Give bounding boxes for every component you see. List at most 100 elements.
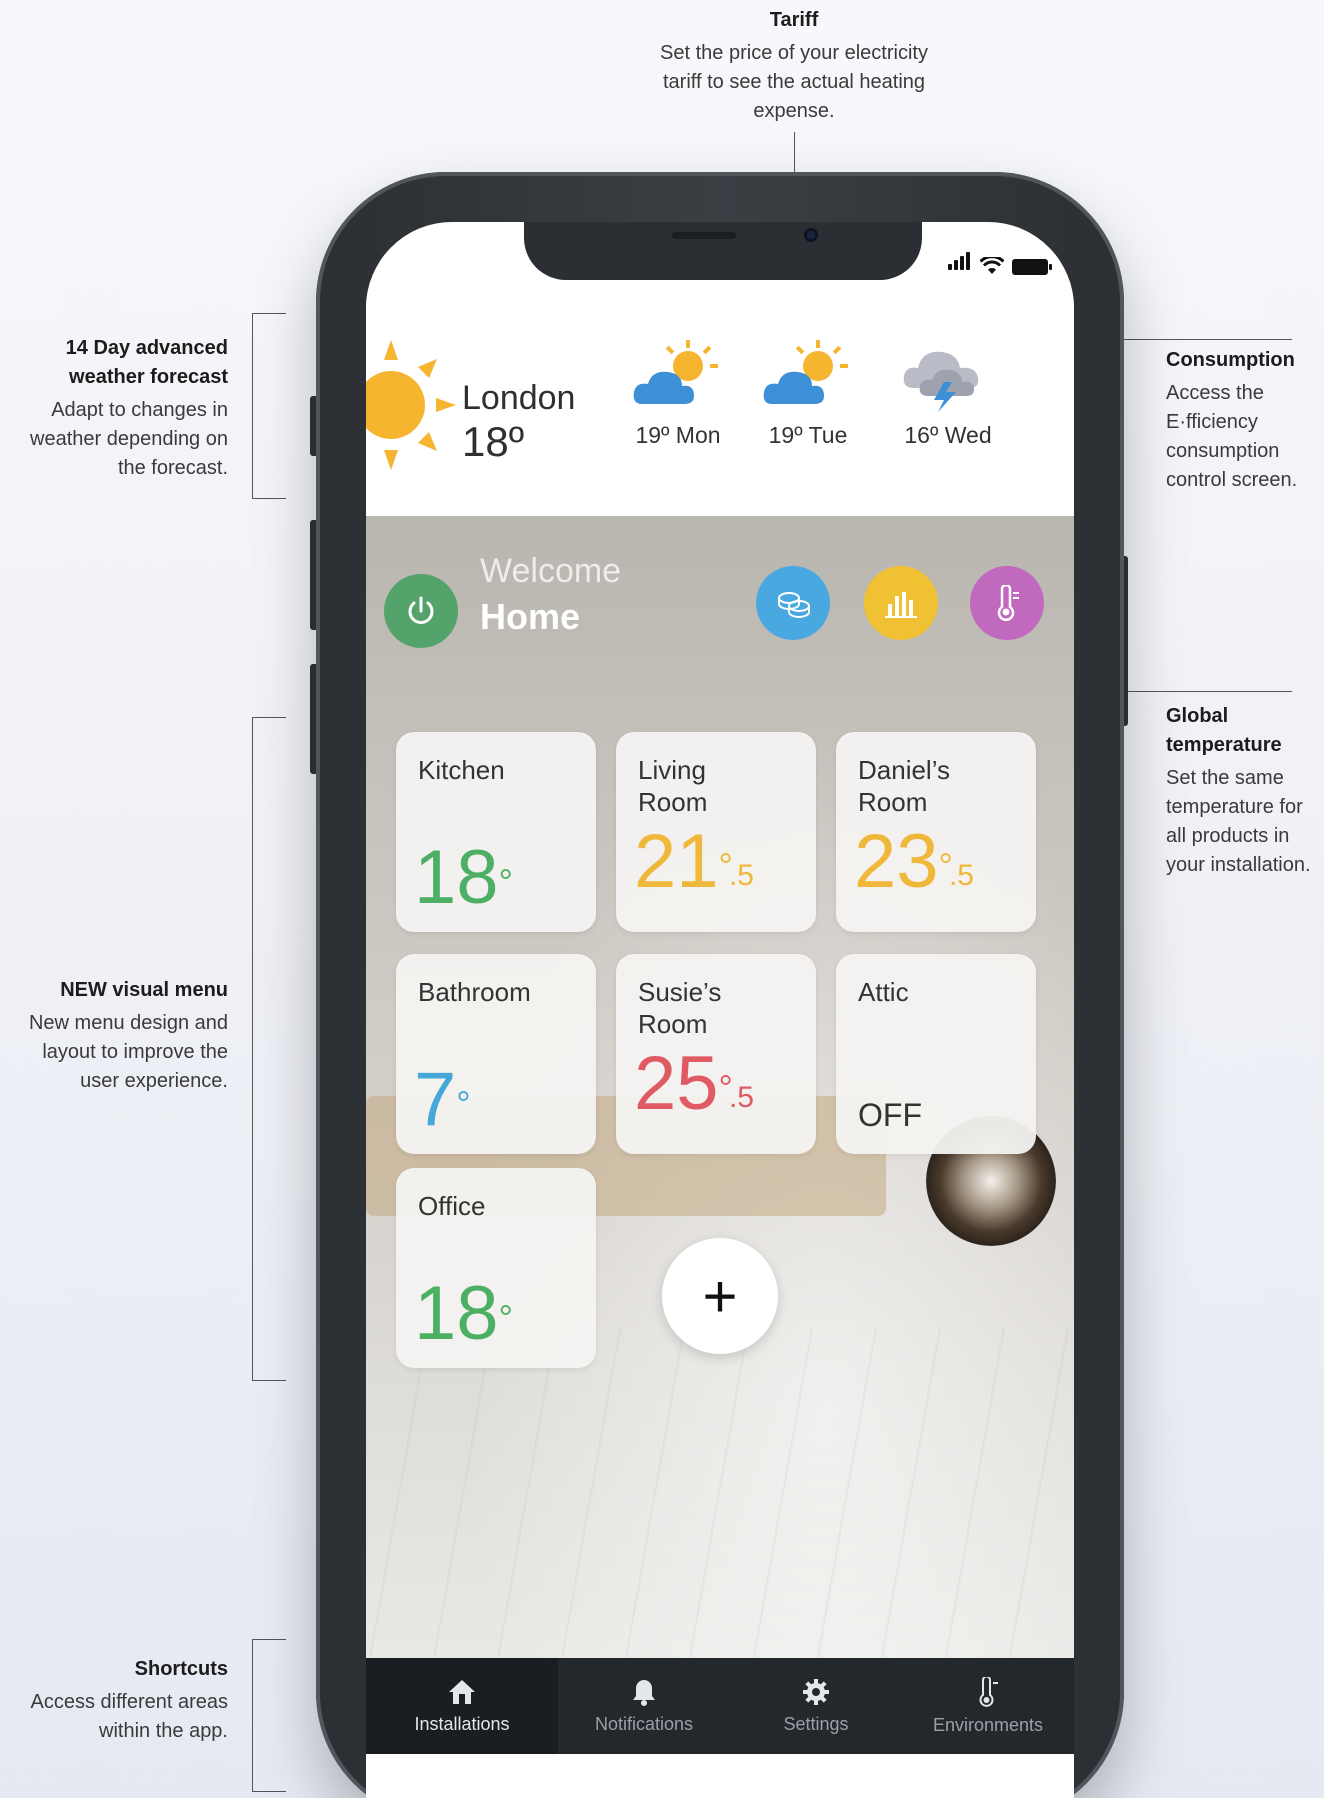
room-temperature: 25°.5 [634,1044,754,1140]
tab-settings[interactable]: Settings [730,1658,902,1754]
room-name: Attic [858,977,909,1007]
tab-label: Environments [932,1714,1044,1735]
room-name: Living Room [638,755,708,817]
room-status-off: OFF [858,1097,922,1133]
annotation-text: Set the price of your electricity tariff… [660,42,928,122]
room-name: Susie’s Room [638,977,722,1039]
tab-label: Installations [414,1713,510,1734]
tab-environments[interactable]: Environments [902,1658,1074,1754]
temp-value: 23 [854,819,939,904]
room-card[interactable]: Attic OFF [836,954,1036,1154]
sun-icon [366,340,456,470]
home-icon [449,1679,475,1704]
rooms-area: Welcome Home Kitchen 18° Living Room 21°… [366,516,1074,1658]
room-temperature: 18° [414,1274,513,1354]
annotation-shortcuts: Shortcuts Access different areas within … [6,1655,228,1746]
temp-decimal: .5 [948,859,974,892]
forecast-day-label: 19º Mon [635,422,721,448]
annotation-title: NEW visual menu [60,979,228,1001]
annotation-title: 14 Day advanced weather forecast [65,337,228,388]
wifi-icon [980,257,1004,274]
temp-value: 25 [634,1041,719,1126]
annotation-title: Global temperature [1166,705,1282,756]
weather-city: London [462,379,576,417]
installation-name: Home [480,596,581,637]
add-room-button[interactable]: + [662,1238,778,1354]
annotation-title: Tariff [769,9,819,31]
annotation-weather: 14 Day advanced weather forecast Adapt t… [6,334,228,483]
annotation-text: Access the E·fficiency consumption contr… [1166,382,1298,491]
forecast-day-label: 16º Wed [904,422,992,448]
room-temperature: 23°.5 [854,822,974,918]
thermometer-icon [997,585,1019,621]
room-temperature: 21°.5 [634,822,754,918]
annotation-title: Consumption [1166,349,1295,371]
temp-value: 18 [414,1271,499,1356]
background-floor [366,1328,1074,1658]
power-icon [408,596,434,624]
sun-cloud-icon [633,340,718,404]
room-name: Bathroom [418,977,531,1007]
room-card[interactable]: Bathroom 7° [396,954,596,1154]
tab-installations[interactable]: Installations [366,1658,558,1754]
coins-icon [778,592,810,618]
gear-icon [803,1678,829,1705]
battery-icon [1012,259,1052,275]
power-button[interactable] [384,574,458,648]
degree-symbol: ° [456,1083,471,1124]
weather-bracket [252,313,286,499]
status-bar [948,252,1052,275]
phone-notch [524,222,922,280]
annotation-text: Access different areas within the app. [30,1691,228,1742]
room-name: Daniel’s Room [858,755,951,817]
welcome-text: Welcome [480,552,622,590]
forecast-day[interactable]: 19º Mon [618,338,738,449]
tab-label: Notifications [594,1713,694,1734]
annotation-text: Adapt to changes in weather depending on… [30,399,228,479]
temp-value: 18 [414,835,499,920]
annotation-tariff: Tariff Set the price of your electricity… [654,6,934,126]
forecast-day[interactable]: 16º Wed [888,338,1008,449]
bar-chart-icon [885,592,917,618]
room-temperature: 18° [414,838,513,918]
forecast-day-label: 19º Tue [768,422,848,448]
annotation-consumption: Consumption Access the E·fficiency consu… [1166,346,1322,495]
bell-icon [633,1679,655,1706]
room-card[interactable]: Daniel’s Room 23°.5 [836,732,1036,932]
app-screen: London 18º 19º Mon 19º Tue 16º Wed Welco… [366,222,1074,1798]
bottom-tab-bar: Installations Notifications Settings Env… [366,1658,1074,1754]
annotation-global-temperature: Global temperature Set the same temperat… [1166,702,1316,880]
plus-icon: + [702,1262,738,1330]
forecast-day[interactable]: 19º Tue [748,338,868,449]
global-temperature-button[interactable] [970,566,1044,640]
tab-label: Settings [783,1713,849,1734]
annotation-text: Set the same temperature for all product… [1166,767,1311,876]
annotation-visual-menu: NEW visual menu New menu design and layo… [6,976,228,1096]
signal-icon [948,252,972,275]
degree-symbol: ° [498,861,513,902]
temp-value: 7 [414,1057,457,1142]
room-name: Office [418,1191,486,1221]
room-card[interactable]: Office 18° [396,1168,596,1368]
temp-decimal: .5 [728,859,754,892]
front-camera [804,228,818,242]
thermometer-icon [979,1676,998,1707]
menu-bracket [252,717,286,1381]
room-card[interactable]: Living Room 21°.5 [616,732,816,932]
temp-value: 21 [634,819,719,904]
annotation-text: New menu design and layout to improve th… [28,1012,228,1092]
degree-symbol: ° [498,1297,513,1338]
consumption-button[interactable] [864,566,938,640]
tab-notifications[interactable]: Notifications [558,1658,730,1754]
weather-current-temp: 18º [462,418,525,465]
room-card[interactable]: Kitchen 18° [396,732,596,932]
speaker-grille [672,232,736,239]
shortcuts-bracket [252,1639,286,1792]
room-card[interactable]: Susie’s Room 25°.5 [616,954,816,1154]
storm-icon [903,351,979,412]
tariff-button[interactable] [756,566,830,640]
sun-cloud-icon [763,340,848,404]
room-name: Kitchen [418,755,505,785]
temp-decimal: .5 [728,1081,754,1114]
weather-forecast[interactable]: London 18º 19º Mon 19º Tue 16º Wed [366,280,1074,516]
